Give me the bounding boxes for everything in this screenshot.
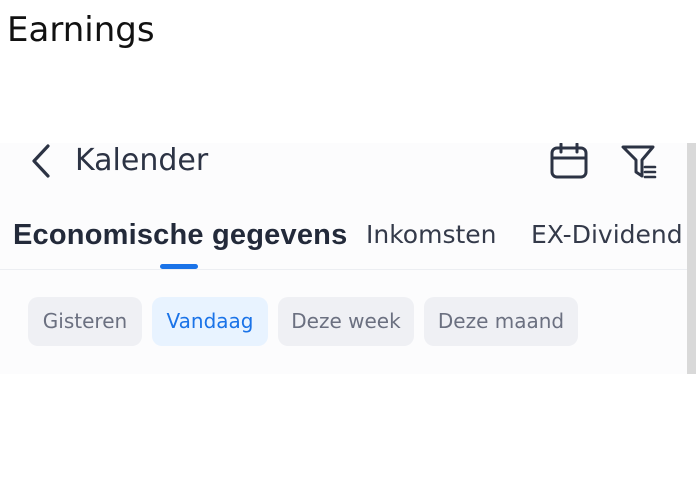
chip-vandaag[interactable]: Vandaag [152, 297, 268, 346]
tab-economische-gegevens[interactable]: Economische gegevens [13, 218, 347, 252]
tab-ex-dividend[interactable]: EX-Dividend [531, 218, 683, 252]
category-tabs: Economische gegevens Inkomsten EX-Divide… [0, 215, 687, 270]
app-screen: Kalender Economische gegevens Inkomsten … [0, 142, 687, 374]
active-tab-indicator [160, 264, 198, 269]
chip-deze-maand[interactable]: Deze maand [424, 297, 578, 346]
tab-inkomsten[interactable]: Inkomsten [366, 218, 497, 252]
chevron-left-icon [32, 144, 50, 178]
page-title: Kalender [75, 143, 209, 178]
chip-gisteren[interactable]: Gisteren [28, 297, 142, 346]
date-filter-chips: Gisteren Vandaag Deze week Deze maand [0, 297, 687, 347]
page-caption: Earnings [7, 10, 155, 50]
filter-icon [621, 145, 657, 179]
top-navigation-bar: Kalender [0, 142, 687, 183]
screen-edge [687, 143, 696, 374]
calendar-icon [550, 142, 588, 179]
calendar-button[interactable] [549, 142, 589, 183]
back-button[interactable] [28, 143, 56, 179]
filter-button[interactable] [619, 143, 659, 183]
chip-deze-week[interactable]: Deze week [278, 297, 414, 346]
